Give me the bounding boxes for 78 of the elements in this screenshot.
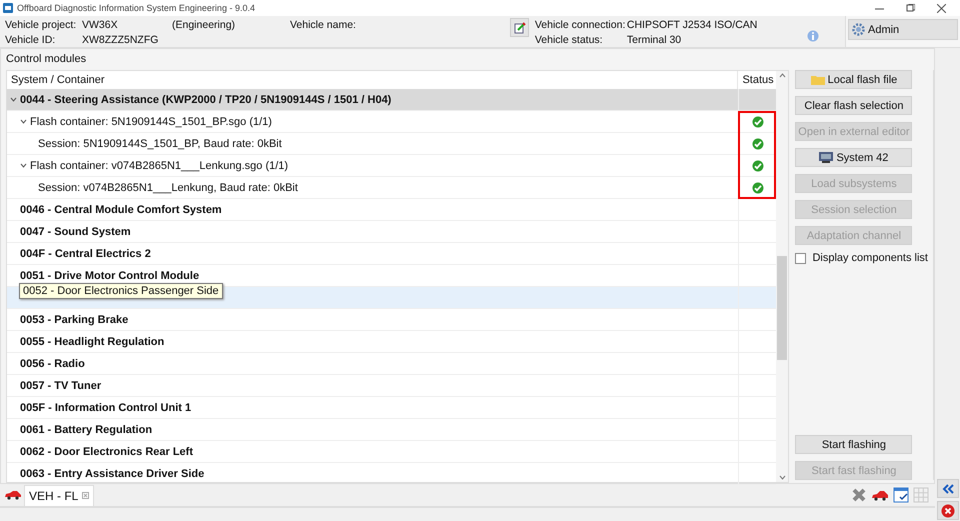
action-button[interactable]: Clear flash selection: [795, 96, 912, 115]
tree-row[interactable]: Flash container: v074B2865N1___Lenkung.sgo (1/1): [7, 155, 776, 177]
tree-row[interactable]: Flash container: 5N1909144S_1501_BP.sgo (1/1): [7, 111, 776, 133]
close-icon: [940, 504, 954, 518]
row-label: 0057 - TV Tuner: [20, 380, 102, 392]
edit-button[interactable]: [510, 18, 530, 37]
close-icon[interactable]: [937, 4, 946, 12]
field-value: Terminal 30: [626, 34, 682, 46]
app-icon: [3, 3, 13, 13]
tab-label: VEH - FL: [29, 488, 78, 502]
field-value: XW8ZZZ5NZFG: [82, 34, 160, 46]
field-label: Vehicle status:: [534, 34, 604, 46]
field-value: (Engineering): [172, 18, 236, 30]
column-header[interactable]: Status: [738, 74, 774, 86]
row-label: Flash container: v074B2865N1___Lenkung.sgo (1/1): [30, 160, 288, 172]
tree-row[interactable]: 0062 - Door Electronics Rear Left: [7, 441, 776, 463]
maximize-icon[interactable]: [906, 4, 915, 12]
row-label: 0047 - Sound System: [20, 226, 131, 238]
scroll-thumb[interactable]: [777, 256, 788, 360]
row-label: 004F - Central Electrics 2: [20, 248, 151, 260]
field-label: Vehicle project:: [5, 18, 78, 30]
checkbox[interactable]: [795, 252, 806, 264]
scrollbar[interactable]: [776, 71, 788, 482]
tree-row[interactable]: 0044 - Steering Assistance (KWP2000 / TP20 / 5N1909144S / 1501 / H04): [7, 89, 776, 111]
row-label: 0055 - Headlight Regulation: [20, 336, 164, 348]
checkbox-label[interactable]: Display components list: [812, 252, 928, 264]
tree-row[interactable]: Session: 5N1909144S_1501_BP, Baud rate: 0kBit: [7, 133, 776, 155]
exit-button[interactable]: [936, 501, 958, 520]
row-label: 0056 - Radio: [20, 358, 85, 370]
column-header[interactable]: System / Container: [7, 74, 105, 86]
tree-row[interactable]: 0055 - Headlight Regulation: [7, 331, 776, 353]
row-label: 0063 - Entry Assistance Driver Side: [20, 468, 204, 480]
flash-button[interactable]: Start flashing: [795, 435, 912, 454]
field-value: VW36X: [82, 18, 119, 30]
collapse-caret-icon[interactable]: [10, 97, 17, 102]
row-label: 0061 - Battery Regulation: [20, 424, 152, 436]
field-label: Vehicle ID:: [5, 34, 56, 46]
tree-row[interactable]: Session: v074B2865N1___Lenkung, Baud rate: 0kBit: [7, 177, 776, 199]
calendar-check-icon[interactable]: [893, 487, 909, 503]
collapse-caret-icon[interactable]: [20, 119, 27, 124]
row-label: 0053 - Parking Brake: [20, 314, 128, 326]
tree-row[interactable]: 0053 - Parking Brake: [7, 309, 776, 331]
tree-row[interactable]: 0056 - Radio: [7, 353, 776, 375]
cross-icon[interactable]: [851, 487, 867, 503]
field-label: Vehicle name:: [290, 18, 357, 30]
action-button[interactable]: Local flash file: [795, 70, 912, 89]
row-label: 005F - Information Control Unit 1: [20, 402, 192, 414]
tree-row[interactable]: 005F - Information Control Unit 1: [7, 397, 776, 419]
admin-button[interactable]: Admin: [848, 19, 958, 40]
row-label: 0044 - Steering Assistance (KWP2000 / TP20 / 5N1909144S / 1501 / H04): [20, 94, 392, 106]
row-label: 0062 - Door Electronics Rear Left: [20, 446, 194, 458]
row-label: Session: 5N1909144S_1501_BP, Baud rate: 0kBit: [38, 138, 282, 150]
car-icon: [4, 490, 22, 500]
tooltip: 0052 - Door Electronics Passenger Side: [19, 283, 223, 299]
notepad-icon: [514, 22, 526, 34]
tree-row[interactable]: 0047 - Sound System: [7, 221, 776, 243]
tree-row[interactable]: 0061 - Battery Regulation: [7, 419, 776, 441]
tab[interactable]: VEH - FL: [24, 484, 94, 506]
double-chevron-left-icon: [942, 484, 954, 494]
folder-icon: [810, 74, 825, 85]
row-label: Flash container: 5N1909144S_1501_BP.sgo (1/1): [30, 116, 272, 128]
action-button[interactable]: System 42: [795, 148, 912, 167]
field-label: Vehicle connection:: [534, 18, 626, 30]
row-label: 0046 - Central Module Comfort System: [20, 204, 222, 216]
collapse-caret-icon[interactable]: [20, 163, 27, 168]
tree-row[interactable]: 0057 - TV Tuner: [7, 375, 776, 397]
tree-row[interactable]: 0046 - Central Module Comfort System: [7, 199, 776, 221]
monitor-icon: [819, 152, 834, 163]
panel-title: Control modules: [5, 52, 88, 67]
row-label: 0051 - Drive Motor Control Module: [20, 270, 200, 282]
row-label: Session: v074B2865N1___Lenkung, Baud rate: 0kBit: [38, 182, 298, 194]
tree-row[interactable]: 0063 - Entry Assistance Driver Side: [7, 463, 776, 485]
car-icon[interactable]: [871, 489, 889, 501]
window-title: Offboard Diagnostic Information System Engineering - 9.0.4: [17, 3, 256, 13]
gear-icon: [852, 23, 865, 36]
field-value: CHIPSOFT J2534 ISO/CAN: [626, 18, 758, 30]
tree-row[interactable]: 004F - Central Electrics 2: [7, 243, 776, 265]
collapse-button[interactable]: [936, 479, 958, 498]
